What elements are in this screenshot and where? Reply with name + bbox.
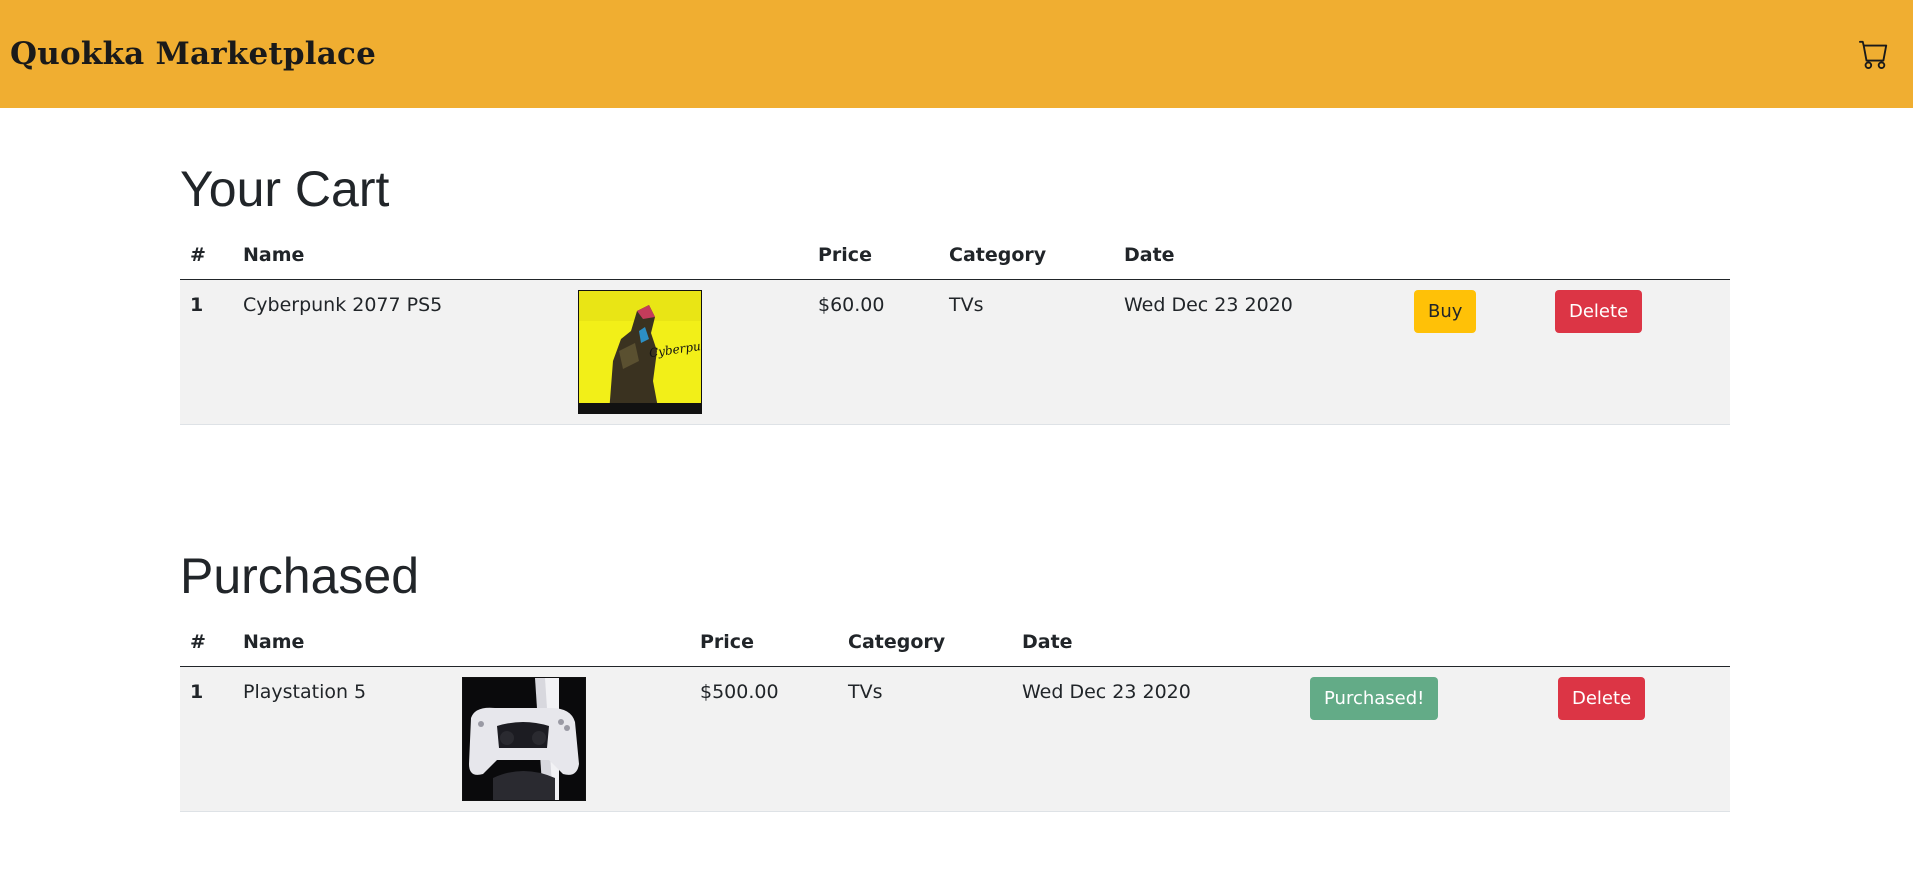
column-header-date: Date xyxy=(1012,617,1300,667)
cart-title: Your Cart xyxy=(180,161,390,217)
cart-table: # Name Price Category Date 1 Cyberpunk 2… xyxy=(180,230,1730,425)
product-name: Cyberpunk 2077 PS5 xyxy=(233,279,568,425)
buy-button[interactable]: Buy xyxy=(1414,290,1477,333)
product-date: Wed Dec 23 2020 xyxy=(1012,666,1300,812)
product-price: $60.00 xyxy=(808,279,939,425)
column-header-category: Category xyxy=(838,617,1012,667)
column-header-price: Price xyxy=(690,617,838,667)
row-number: 1 xyxy=(180,666,233,812)
purchased-button[interactable]: Purchased! xyxy=(1310,677,1439,720)
delete-button[interactable]: Delete xyxy=(1558,677,1646,720)
product-image-cyberpunk: Cyberpunk xyxy=(578,290,702,414)
product-category: TVs xyxy=(838,666,1012,812)
row-number: 1 xyxy=(180,279,233,425)
cart-icon[interactable] xyxy=(1857,37,1891,71)
column-header-name: Name xyxy=(233,230,568,280)
product-price: $500.00 xyxy=(690,666,838,812)
purchased-header-row: # Name Price Category Date xyxy=(180,617,1730,667)
navbar: Quokka Marketplace xyxy=(0,0,1913,108)
column-header-name: Name xyxy=(233,617,452,667)
column-header-number: # xyxy=(180,230,233,280)
product-image-playstation xyxy=(462,677,586,801)
delete-button[interactable]: Delete xyxy=(1555,290,1643,333)
cart-header-row: # Name Price Category Date xyxy=(180,230,1730,280)
purchased-section: Purchased # Name Price Category Date 1 P… xyxy=(180,547,1730,812)
product-category: TVs xyxy=(939,279,1114,425)
column-header-price: Price xyxy=(808,230,939,280)
table-row: 1 Playstation 5 $500.00 TVs Wed Dec 23 2… xyxy=(180,666,1730,812)
product-date: Wed Dec 23 2020 xyxy=(1114,279,1404,425)
product-name: Playstation 5 xyxy=(233,666,452,812)
column-header-category: Category xyxy=(939,230,1114,280)
purchased-table: # Name Price Category Date 1 Playstation… xyxy=(180,617,1730,812)
cart-section: Your Cart # Name Price Category Date 1 C… xyxy=(180,160,1730,425)
brand-title[interactable]: Quokka Marketplace xyxy=(10,36,376,72)
purchased-title: Purchased xyxy=(180,548,420,604)
table-row: 1 Cyberpunk 2077 PS5 Cyberpunk $60.00 TV… xyxy=(180,279,1730,425)
column-header-date: Date xyxy=(1114,230,1404,280)
column-header-number: # xyxy=(180,617,233,667)
